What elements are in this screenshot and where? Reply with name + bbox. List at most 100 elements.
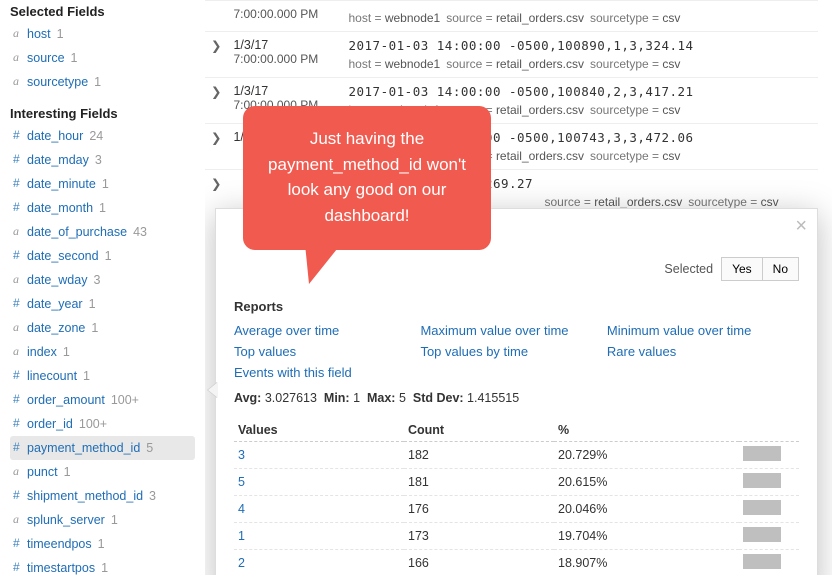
field-name: linecount xyxy=(27,366,77,386)
field-name: payment_method_id xyxy=(27,438,140,458)
alpha-icon: a xyxy=(13,510,27,529)
field-name: sourcetype xyxy=(27,72,88,92)
report-link[interactable]: Top values xyxy=(234,341,420,362)
col-values: Values xyxy=(234,419,404,442)
field-date_of_purchase[interactable]: adate_of_purchase 43 xyxy=(10,220,195,244)
field-order_amount[interactable]: #order_amount100+ xyxy=(10,388,195,412)
hash-icon: # xyxy=(13,486,27,505)
report-link[interactable]: Minimum value over time xyxy=(607,320,793,341)
field-count: 1 xyxy=(83,366,90,386)
field-date_mday[interactable]: #date_mday3 xyxy=(10,148,195,172)
field-count: 1 xyxy=(71,48,78,68)
selected-label: Selected xyxy=(664,262,713,276)
field-name: date_second xyxy=(27,246,99,266)
event-raw: host = webnode1source = retail_orders.cs… xyxy=(342,1,818,32)
field-host[interactable]: ahost1 xyxy=(10,22,195,46)
value-link[interactable]: 4 xyxy=(234,496,404,523)
expand-row-icon[interactable]: ❯ xyxy=(205,32,227,78)
report-link[interactable]: Average over time xyxy=(234,320,420,341)
value-count: 176 xyxy=(404,496,554,523)
value-percent: 18.907% xyxy=(554,550,739,575)
value-link[interactable]: 3 xyxy=(234,442,404,469)
field-date_second[interactable]: #date_second1 xyxy=(10,244,195,268)
value-bar xyxy=(743,500,781,515)
field-count: 1 xyxy=(111,510,118,530)
hash-icon: # xyxy=(13,390,27,409)
value-row: 518120.615% xyxy=(234,469,799,496)
field-name: date_month xyxy=(27,198,93,218)
field-date_minute[interactable]: #date_minute1 xyxy=(10,172,195,196)
fields-sidebar: Selected Fields ahost1asource1asourcetyp… xyxy=(0,0,205,575)
field-name: date_of_purchase xyxy=(27,222,127,242)
field-count: 43 xyxy=(133,222,147,242)
selected-fields-list: ahost1asource1asourcetype1 xyxy=(10,22,195,94)
hash-icon: # xyxy=(13,558,27,575)
field-count: 1 xyxy=(102,174,109,194)
field-count: 5 xyxy=(146,438,153,458)
field-name: order_amount xyxy=(27,390,105,410)
selected-yes-button[interactable]: Yes xyxy=(721,257,763,281)
close-icon[interactable]: × xyxy=(795,215,807,238)
field-sourcetype[interactable]: asourcetype1 xyxy=(10,70,195,94)
hash-icon: # xyxy=(13,150,27,169)
event-row: 7:00:00.000 PMhost = webnode1source = re… xyxy=(205,1,818,32)
field-count: 3 xyxy=(95,150,102,170)
report-link[interactable]: Rare values xyxy=(607,341,793,362)
field-count: 24 xyxy=(89,126,103,146)
field-index[interactable]: aindex1 xyxy=(10,340,195,364)
field-payment_method_id[interactable]: #payment_method_id 5 xyxy=(10,436,195,460)
field-name: splunk_server xyxy=(27,510,105,530)
expand-row-icon[interactable]: ❯ xyxy=(205,124,227,170)
field-name: date_minute xyxy=(27,174,96,194)
value-link[interactable]: 1 xyxy=(234,523,404,550)
field-timestartpos[interactable]: #timestartpos1 xyxy=(10,556,195,575)
value-bar xyxy=(743,473,781,488)
field-count: 1 xyxy=(89,294,96,314)
field-name: date_zone xyxy=(27,318,85,338)
field-source[interactable]: asource1 xyxy=(10,46,195,70)
report-link[interactable]: Events with this field xyxy=(234,362,420,383)
field-count: 100+ xyxy=(79,414,107,434)
expand-row-icon[interactable] xyxy=(205,1,227,32)
field-linecount[interactable]: #linecount 1 xyxy=(10,364,195,388)
hash-icon: # xyxy=(13,366,27,385)
value-link[interactable]: 2 xyxy=(234,550,404,575)
value-bar xyxy=(743,527,781,542)
field-date_hour[interactable]: #date_hour24 xyxy=(10,124,195,148)
col-count: Count xyxy=(404,419,554,442)
value-row: 216618.907% xyxy=(234,550,799,575)
event-row: ❯1/3/177:00:00.000 PM2017-01-03 14:00:00… xyxy=(205,32,818,78)
event-time: 1/3/177:00:00.000 PM xyxy=(227,32,342,78)
field-shipment_method_id[interactable]: #shipment_method_id3 xyxy=(10,484,195,508)
field-date_wday[interactable]: adate_wday3 xyxy=(10,268,195,292)
value-link[interactable]: 5 xyxy=(234,469,404,496)
field-splunk_server[interactable]: asplunk_server 1 xyxy=(10,508,195,532)
field-count: 1 xyxy=(98,534,105,554)
callout-tail-icon xyxy=(305,244,341,284)
alpha-icon: a xyxy=(13,24,27,43)
selected-no-button[interactable]: No xyxy=(763,257,799,281)
field-timeendpos[interactable]: #timeendpos1 xyxy=(10,532,195,556)
field-name: punct xyxy=(27,462,58,482)
hash-icon: # xyxy=(13,126,27,145)
hash-icon: # xyxy=(13,438,27,457)
field-punct[interactable]: apunct1 xyxy=(10,460,195,484)
field-name: shipment_method_id xyxy=(27,486,143,506)
field-name: timeendpos xyxy=(27,534,92,554)
field-order_id[interactable]: #order_id100+ xyxy=(10,412,195,436)
hash-icon: # xyxy=(13,246,27,265)
event-time: 7:00:00.000 PM xyxy=(227,1,342,32)
value-count: 166 xyxy=(404,550,554,575)
field-date_year[interactable]: #date_year1 xyxy=(10,292,195,316)
field-date_zone[interactable]: adate_zone1 xyxy=(10,316,195,340)
field-count: 1 xyxy=(63,342,70,362)
report-link[interactable]: Maximum value over time xyxy=(420,320,606,341)
alpha-icon: a xyxy=(13,222,27,241)
field-date_month[interactable]: #date_month1 xyxy=(10,196,195,220)
field-name: order_id xyxy=(27,414,73,434)
field-count: 1 xyxy=(101,558,108,575)
alpha-icon: a xyxy=(13,342,27,361)
report-link[interactable]: Top values by time xyxy=(420,341,606,362)
expand-row-icon[interactable]: ❯ xyxy=(205,78,227,124)
field-count: 3 xyxy=(93,270,100,290)
